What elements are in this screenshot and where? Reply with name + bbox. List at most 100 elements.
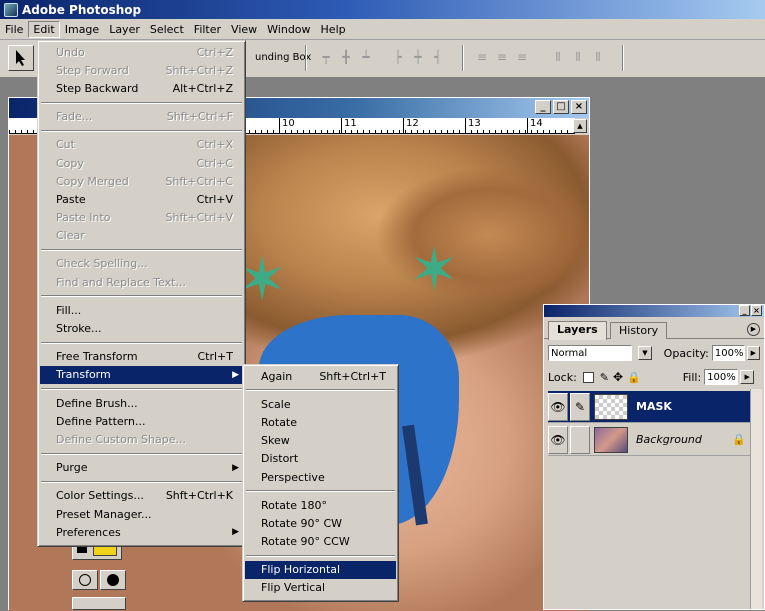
visibility-eye-icon[interactable]: 👁 [548, 392, 568, 421]
menu-item-free-transform[interactable]: Free Transform Ctrl+T [40, 348, 243, 366]
menu-item-label: Preferences [56, 525, 121, 539]
distribute-top-icon[interactable]: ≡ [474, 48, 490, 66]
transform-item-rotate-90-cw[interactable]: Rotate 90° CW [245, 514, 396, 532]
menu-image[interactable]: Image [60, 21, 104, 38]
menu-item-stroke[interactable]: Stroke... [40, 319, 243, 337]
menu-select[interactable]: Select [145, 21, 189, 38]
align-right-icon[interactable]: ┥ [430, 48, 446, 66]
opacity-label: Opacity: [663, 346, 709, 360]
lock-transparency-icon[interactable] [582, 371, 594, 383]
standard-mode-button[interactable] [72, 570, 98, 590]
transform-item-scale[interactable]: Scale [245, 395, 396, 413]
layer-thumbnail-background [594, 426, 628, 453]
menu-item-fill[interactable]: Fill... [40, 301, 243, 319]
screen-mode-buttons[interactable] [72, 597, 126, 610]
tab-layers[interactable]: Layers [548, 321, 607, 340]
app-titlebar: Adobe Photoshop [0, 0, 765, 19]
menu-item-preferences[interactable]: Preferences ▶ [40, 523, 243, 541]
align-bottom-icon[interactable]: ┷ [358, 48, 374, 66]
menu-item-define-brush[interactable]: Define Brush... [40, 394, 243, 412]
fill-input[interactable]: 100% [704, 369, 739, 385]
menu-item-step-forward: Step Forward Shft+Ctrl+Z [40, 61, 243, 79]
align-vcenter-icon[interactable]: ╋ [338, 48, 354, 66]
distribute-bottom-icon[interactable]: ≡ [514, 48, 530, 66]
menu-item-label: Undo [56, 45, 85, 59]
transform-item-flip-horizontal[interactable]: Flip Horizontal [245, 560, 396, 579]
menu-item-label: Rotate 90° CCW [261, 535, 350, 549]
layer-row-mask[interactable]: 👁 ✎ MASK [548, 391, 754, 423]
transform-item-again[interactable]: Again Shft+Ctrl+T [245, 367, 396, 385]
menu-view[interactable]: View [226, 21, 262, 38]
edit-brush-icon[interactable]: ✎ [570, 392, 590, 421]
transform-item-rotate-90-ccw[interactable]: Rotate 90° CCW [245, 533, 396, 551]
move-tool-preset-button[interactable] [8, 45, 34, 71]
transform-item-flip-vertical[interactable]: Flip Vertical [245, 579, 396, 597]
align-top-icon[interactable]: ┯ [318, 48, 334, 66]
transform-item-rotate-180[interactable]: Rotate 180° [245, 496, 396, 514]
opacity-value: 100% [714, 347, 744, 359]
menu-layer[interactable]: Layer [104, 21, 145, 38]
close-button[interactable]: × [571, 100, 587, 114]
minimize-button[interactable]: _ [535, 100, 551, 114]
palette-close-button[interactable]: × [751, 305, 762, 316]
menu-item-purge[interactable]: Purge ▶ [40, 459, 243, 477]
menu-item-step-backward[interactable]: Step Backward Alt+Ctrl+Z [40, 79, 243, 97]
edit-menu-dropdown: Undo Ctrl+Z Step Forward Shft+Ctrl+Z Step Ba… [37, 40, 246, 547]
menu-filter[interactable]: Filter [189, 21, 226, 38]
blend-mode-dropdown-icon[interactable]: ▼ [638, 346, 652, 360]
distribute-right-icon[interactable]: ⫴ [590, 48, 606, 66]
scroll-up-arrow-icon[interactable]: ▲ [573, 119, 587, 133]
menu-item-preset-manager[interactable]: Preset Manager... [40, 505, 243, 523]
menu-item-shortcut: Ctrl+X [196, 138, 233, 152]
menu-item-shortcut: Alt+Ctrl+Z [172, 81, 233, 95]
menu-item-label: Scale [261, 397, 291, 411]
tab-history[interactable]: History [610, 322, 668, 339]
blend-mode-value: Normal [551, 347, 588, 359]
menu-item-shortcut: Shft+Ctrl+V [165, 211, 233, 225]
menu-help[interactable]: Help [316, 21, 351, 38]
palette-menu-arrow-icon[interactable]: ▶ [747, 323, 760, 336]
quick-mask-mode-button[interactable] [100, 570, 126, 590]
menu-item-shortcut: Ctrl+C [196, 156, 233, 170]
palette-minimize-button[interactable]: _ [739, 305, 750, 316]
blend-mode-select[interactable]: Normal [548, 345, 633, 361]
link-cell-empty[interactable] [570, 425, 590, 454]
palm-leaf-decoration-right: ✶ [409, 235, 460, 305]
transform-item-skew[interactable]: Skew [245, 432, 396, 450]
menu-item-label: Copy [56, 156, 84, 170]
menu-item-paste[interactable]: Paste Ctrl+V [40, 190, 243, 208]
menu-file[interactable]: File [0, 21, 28, 38]
menu-item-label: Define Brush... [56, 396, 138, 410]
lock-position-move-icon[interactable]: ✥ [613, 370, 623, 384]
menu-window[interactable]: Window [262, 21, 315, 38]
visibility-eye-icon[interactable]: 👁 [548, 425, 568, 454]
layers-scrollbar[interactable] [750, 389, 762, 609]
lock-image-brush-icon[interactable]: ✎ [600, 371, 609, 384]
fill-slider-arrow-icon[interactable]: ▶ [740, 370, 755, 384]
distribute-hcenter-icon[interactable]: ⫴ [570, 48, 586, 66]
align-hcenter-icon[interactable]: ┿ [410, 48, 426, 66]
transform-item-distort[interactable]: Distort [245, 450, 396, 468]
menu-item-paste-into: Paste Into Shft+Ctrl+V [40, 209, 243, 227]
lock-all-padlock-icon[interactable]: 🔒 [627, 371, 641, 384]
layer-thumbnail-mask [594, 393, 628, 420]
layer-row-background[interactable]: 👁 Background 🔒 [548, 424, 754, 456]
menu-edit[interactable]: Edit [28, 20, 60, 38]
menu-item-label: Rotate [261, 415, 298, 429]
opacity-input[interactable]: 100% [711, 345, 745, 361]
opacity-slider-arrow-icon[interactable]: ▶ [746, 346, 760, 360]
menu-item-shortcut: Shft+Ctrl+C [165, 174, 233, 188]
align-left-icon[interactable]: ┝ [390, 48, 406, 66]
distribute-vcenter-icon[interactable]: ≡ [494, 48, 510, 66]
menu-item-define-pattern[interactable]: Define Pattern... [40, 412, 243, 430]
transform-item-perspective[interactable]: Perspective [245, 468, 396, 486]
maximize-button[interactable]: □ [553, 100, 569, 114]
menu-separator [246, 490, 395, 493]
transform-item-rotate[interactable]: Rotate [245, 413, 396, 431]
layers-palette-titlebar[interactable]: _ × [544, 305, 764, 317]
distribute-left-icon[interactable]: ⫴ [550, 48, 566, 66]
menu-item-label: Define Pattern... [56, 414, 146, 428]
menu-item-transform[interactable]: Transform ▶ [40, 365, 243, 384]
show-bounding-box-label[interactable]: unding Box [255, 52, 311, 63]
menu-item-color-settings[interactable]: Color Settings... Shft+Ctrl+K [40, 487, 243, 505]
